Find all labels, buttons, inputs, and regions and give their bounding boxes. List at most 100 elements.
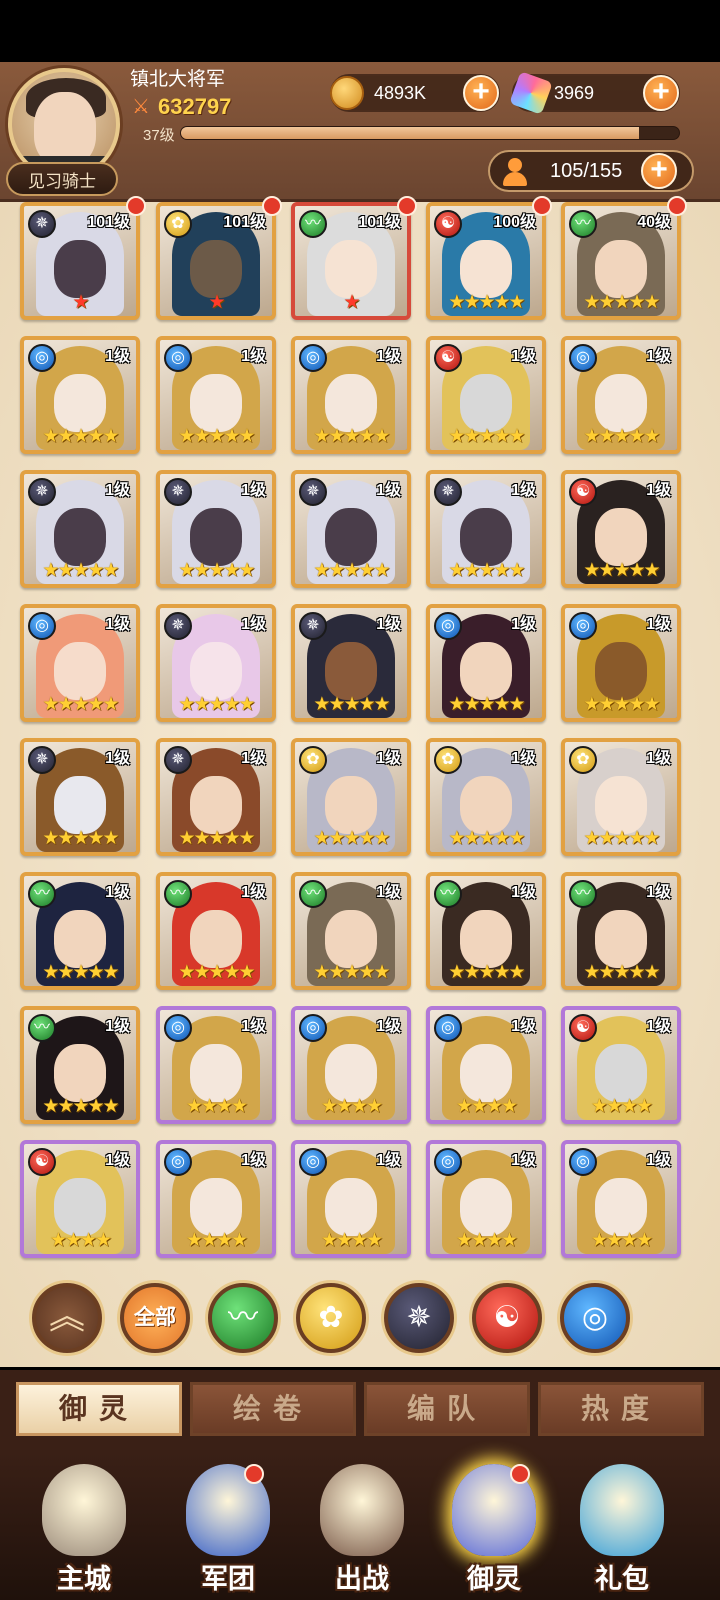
hero-card[interactable]: ☯ 1级 ★★★★★ bbox=[561, 470, 681, 588]
tab-yuling[interactable]: 御灵 bbox=[16, 1382, 182, 1436]
hero-card[interactable]: 〰 40级 ★★★★★ bbox=[561, 202, 681, 320]
hero-card[interactable]: ✵ 1级 ★★★★★ bbox=[291, 470, 411, 588]
hero-stars: ★★★★★ bbox=[42, 828, 119, 849]
hero-card[interactable]: ◎ 1级 ★★★★★ bbox=[561, 604, 681, 722]
hero-card[interactable]: ◎ 1级 ★★★★ bbox=[156, 1006, 276, 1124]
hero-card[interactable]: 〰 101级 ★ bbox=[291, 202, 411, 320]
add-gems-button[interactable]: + bbox=[643, 75, 679, 111]
hero-level: 1级 bbox=[376, 482, 401, 499]
filter-wind-button[interactable]: 〰 bbox=[208, 1283, 278, 1353]
wind-element-icon: 〰 bbox=[299, 210, 327, 238]
notification-dot bbox=[262, 196, 282, 216]
hero-card[interactable]: ✵ 1级 ★★★★★ bbox=[20, 470, 140, 588]
nav-shop-stall[interactable]: 礼包 bbox=[562, 1462, 682, 1600]
water-element-icon: ◎ bbox=[569, 612, 597, 640]
filter-dark-button[interactable]: ✵ bbox=[384, 1283, 454, 1353]
tab-redu[interactable]: 热度 bbox=[538, 1382, 704, 1436]
hero-card[interactable]: ✿ 1级 ★★★★★ bbox=[426, 738, 546, 856]
nav-castle[interactable]: 主城 bbox=[24, 1462, 144, 1600]
hero-card[interactable]: ☯ 100级 ★★★★★ bbox=[426, 202, 546, 320]
hero-card[interactable]: 〰 1级 ★★★★★ bbox=[561, 872, 681, 990]
hero-stars: ★★★★ bbox=[455, 1230, 518, 1251]
hero-level: 1级 bbox=[376, 884, 401, 901]
dark-element-icon: ✵ bbox=[28, 746, 56, 774]
water-element-icon: ◎ bbox=[299, 344, 327, 372]
hero-stars: ★★★★★ bbox=[448, 962, 525, 983]
light-element-icon: ✿ bbox=[569, 746, 597, 774]
hero-card[interactable]: ☯ 1级 ★★★★★ bbox=[426, 336, 546, 454]
hero-card[interactable]: ✵ 1级 ★★★★★ bbox=[291, 604, 411, 722]
filter-fire-button[interactable]: ☯ bbox=[472, 1283, 542, 1353]
hero-card[interactable]: ✵ 1级 ★★★★★ bbox=[156, 738, 276, 856]
hero-card[interactable]: ◎ 1级 ★★★★ bbox=[561, 1140, 681, 1258]
hero-card[interactable]: ✿ 101级 ★ bbox=[156, 202, 276, 320]
hero-card[interactable]: ◎ 1级 ★★★★★ bbox=[291, 336, 411, 454]
hero-level: 1级 bbox=[105, 1152, 130, 1169]
hero-level: 1级 bbox=[646, 348, 671, 365]
wind-element-icon: 〰 bbox=[434, 880, 462, 908]
hero-stars: ★★★★★ bbox=[178, 560, 255, 581]
water-element-icon: ◎ bbox=[434, 1014, 462, 1042]
hero-card[interactable]: ☯ 1级 ★★★★ bbox=[561, 1006, 681, 1124]
hero-level: 1级 bbox=[241, 750, 266, 767]
water-element-icon: ◎ bbox=[569, 1148, 597, 1176]
add-gold-button[interactable]: + bbox=[463, 75, 499, 111]
hero-card[interactable]: 〰 1级 ★★★★★ bbox=[291, 872, 411, 990]
hero-card[interactable]: ✵ 1级 ★★★★★ bbox=[156, 604, 276, 722]
light-element-icon: ✿ bbox=[299, 746, 327, 774]
notification-dot bbox=[126, 196, 146, 216]
hero-card[interactable]: 〰 1级 ★★★★★ bbox=[156, 872, 276, 990]
hero-card[interactable]: ✵ 1级 ★★★★★ bbox=[426, 470, 546, 588]
filter-all-button[interactable]: 全部 bbox=[120, 1283, 190, 1353]
hero-card[interactable]: ✵ 101级 ★ bbox=[20, 202, 140, 320]
hero-card[interactable]: 〰 1级 ★★★★★ bbox=[20, 872, 140, 990]
hero-card[interactable]: ✵ 1级 ★★★★★ bbox=[156, 470, 276, 588]
hero-level: 100级 bbox=[493, 214, 536, 231]
filter-water-button[interactable]: ◎ bbox=[560, 1283, 630, 1353]
hero-stars: ★★★★★ bbox=[178, 426, 255, 447]
hero-card[interactable]: ☯ 1级 ★★★★ bbox=[20, 1140, 140, 1258]
castle-icon bbox=[42, 1464, 126, 1556]
hero-card[interactable]: ◎ 1级 ★★★★★ bbox=[156, 336, 276, 454]
hero-card[interactable]: ◎ 1级 ★★★★★ bbox=[561, 336, 681, 454]
filter-light-button[interactable]: ✿ bbox=[296, 1283, 366, 1353]
hero-stars: ★★★★ bbox=[590, 1096, 653, 1117]
hero-card[interactable]: ◎ 1级 ★★★★ bbox=[426, 1006, 546, 1124]
battle-gate-icon bbox=[320, 1464, 404, 1556]
tab-huijuan[interactable]: 绘卷 bbox=[190, 1382, 356, 1436]
hero-level: 1级 bbox=[241, 1152, 266, 1169]
hero-card[interactable]: ◎ 1级 ★★★★ bbox=[291, 1006, 411, 1124]
expand-roster-button[interactable]: + bbox=[641, 153, 677, 189]
hero-card[interactable]: ◎ 1级 ★★★★★ bbox=[20, 336, 140, 454]
hero-card[interactable]: ◎ 1级 ★★★★ bbox=[156, 1140, 276, 1258]
hero-card[interactable]: ◎ 1级 ★★★★★ bbox=[20, 604, 140, 722]
hero-card[interactable]: ◎ 1级 ★★★★★ bbox=[426, 604, 546, 722]
water-element-icon: ◎ bbox=[434, 1148, 462, 1176]
notification-dot bbox=[244, 1464, 264, 1484]
nav-fist-shield[interactable]: 军团 bbox=[168, 1462, 288, 1600]
hero-stars: ★★★★★ bbox=[448, 560, 525, 581]
wind-element-icon: 〰 bbox=[28, 880, 56, 908]
hero-card[interactable]: ◎ 1级 ★★★★ bbox=[291, 1140, 411, 1258]
xp-bar bbox=[180, 126, 680, 140]
fire-element-icon: ☯ bbox=[569, 1014, 597, 1042]
dark-element-icon: ✵ bbox=[164, 478, 192, 506]
hero-card[interactable]: 〰 1级 ★★★★★ bbox=[426, 872, 546, 990]
nav-crystal[interactable]: 御灵 bbox=[434, 1462, 554, 1600]
nav-battle-gate[interactable]: 出战 bbox=[302, 1462, 422, 1600]
hero-stars: ★★★★★ bbox=[313, 426, 390, 447]
hero-card[interactable]: ✿ 1级 ★★★★★ bbox=[291, 738, 411, 856]
hero-level: 1级 bbox=[105, 750, 130, 767]
player-name: 镇北大将军 bbox=[130, 69, 226, 90]
hero-stars: ★★★★★ bbox=[583, 962, 660, 983]
hero-level: 1级 bbox=[376, 750, 401, 767]
tab-bianchui[interactable]: 编队 bbox=[364, 1382, 530, 1436]
hero-level: 1级 bbox=[646, 1152, 671, 1169]
dark-element-icon: ✵ bbox=[164, 746, 192, 774]
hero-card[interactable]: ✿ 1级 ★★★★★ bbox=[561, 738, 681, 856]
hero-card[interactable]: ◎ 1级 ★★★★ bbox=[426, 1140, 546, 1258]
double-chevron-up-icon: ︽ bbox=[48, 1295, 85, 1336]
hero-card[interactable]: ✵ 1级 ★★★★★ bbox=[20, 738, 140, 856]
hero-card[interactable]: 〰 1级 ★★★★★ bbox=[20, 1006, 140, 1124]
collapse-filter-button[interactable]: ︽ bbox=[32, 1283, 102, 1353]
